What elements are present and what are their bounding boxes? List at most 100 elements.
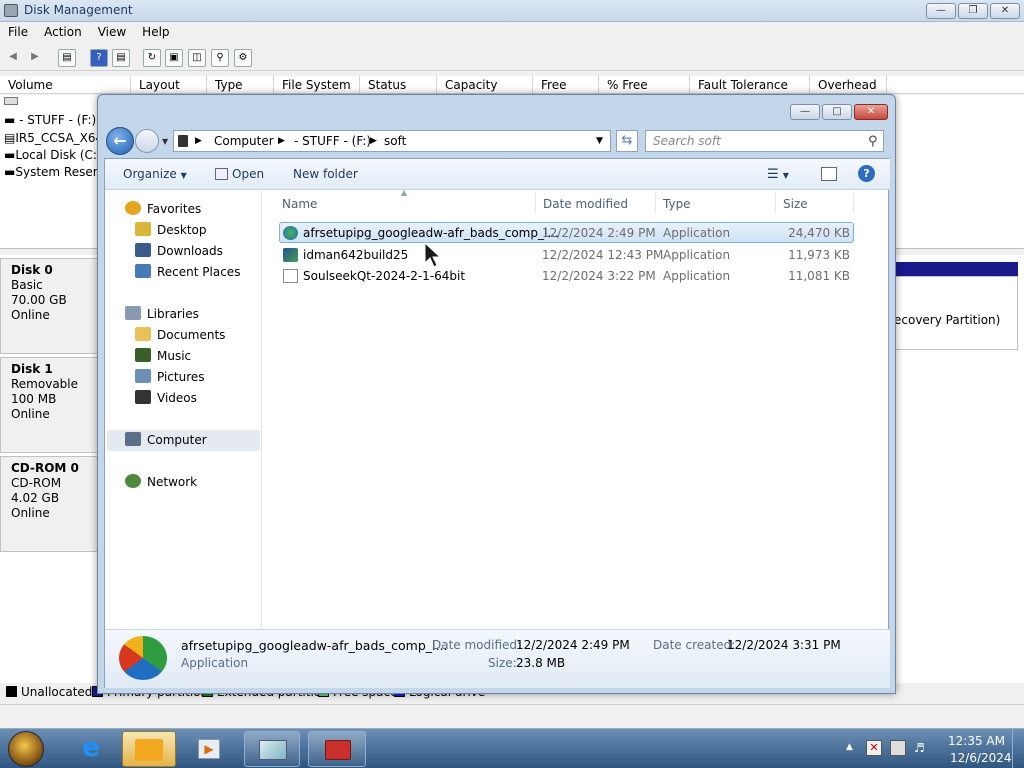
refresh-icon[interactable]: ↻ [143,49,161,67]
volume-row[interactable]: ▬System Reserv [4,165,105,179]
explorer-taskbar-button[interactable] [122,731,176,767]
nav-label: Downloads [157,244,223,258]
recent-pages-chevron-icon[interactable]: ▼ [162,137,168,146]
file-row[interactable]: idman642build25 12/2/2024 12:43 PM Appli… [279,244,854,265]
media-player-button[interactable]: ▶ [186,731,232,767]
close-button[interactable]: ✕ [990,3,1020,19]
col-percent-free[interactable]: % Free [599,76,690,94]
volume-row[interactable]: ▬ - STUFF - (F:) [4,113,96,127]
nav-pictures[interactable]: Pictures [105,367,262,388]
file-row[interactable]: afrsetupipg_googleadw-afr_bads_comp_l...… [279,222,854,243]
file-size: 24,470 KB [788,226,850,240]
breadcrumb-computer[interactable]: Computer [214,131,274,151]
network-tray-icon[interactable] [890,740,906,756]
explorer-minimize-button[interactable]: — [790,104,820,120]
internet-explorer-icon[interactable]: e [68,731,114,767]
breadcrumb-drive[interactable]: - STUFF - (F:) [294,131,371,151]
preview-pane-icon[interactable] [821,167,837,181]
disk-type: Basic [11,278,43,292]
col-fault-tolerance[interactable]: Fault Tolerance [690,76,810,94]
partition-label: ecovery Partition) [894,313,1001,327]
col-overhead[interactable]: Overhead [810,76,887,94]
back-button[interactable]: ← [106,127,134,155]
header-date-modified[interactable]: Date modified [543,197,628,211]
col-capacity[interactable]: Capacity [437,76,533,94]
col-volume[interactable]: Volume [0,76,131,94]
disk-size: 4.02 GB [11,491,60,505]
volume-row[interactable]: ▬Local Disk (C:) [4,148,102,162]
volume-row[interactable]: ▤IR5_CCSA_X64 [4,131,103,145]
nav-music[interactable]: Music [105,346,262,367]
refresh-icon[interactable]: ⇆ [616,130,638,152]
forward-arrow-icon[interactable]: ▶ [26,49,44,67]
minimize-button[interactable]: — [926,3,956,19]
action-center-icon[interactable]: ✕ [866,740,882,756]
start-button[interactable] [8,731,44,767]
details-size-label: Size: [488,656,517,670]
nav-recent-places[interactable]: Recent Places [105,262,262,283]
clock-date[interactable]: 12/6/2024 [950,751,1012,765]
restore-button[interactable]: ❐ [958,3,988,19]
view-options-icon[interactable]: ☰ ▼ [767,167,789,182]
new-folder-button[interactable]: New folder [293,167,358,181]
nav-favorites[interactable]: Favorites [105,199,262,220]
open-button[interactable]: Open [215,167,264,181]
explorer-maximize-button[interactable]: □ [822,104,852,120]
nav-desktop[interactable]: Desktop [105,220,262,241]
settings-icon[interactable]: ⚙ [234,49,252,67]
nav-libraries[interactable]: Libraries [105,304,262,325]
help-icon[interactable]: ? [90,49,108,67]
properties-icon[interactable]: ▤ [112,49,130,67]
address-bar[interactable]: ▶ Computer ▶ - STUFF - (F:) ▶ soft ▼ [173,130,611,152]
show-desktop-button[interactable] [1012,729,1024,768]
menu-action[interactable]: Action [36,23,90,41]
disk-0-info[interactable]: Disk 0 Basic 70.00 GB Online [0,258,98,354]
disk-1-info[interactable]: Disk 1 Removable 100 MB Online [0,357,98,453]
clock-time[interactable]: 12:35 AM [948,734,1005,748]
forward-button[interactable] [135,129,159,153]
header-size[interactable]: Size [783,197,808,211]
breadcrumb-folder[interactable]: soft [384,131,406,151]
disk-icon [4,4,18,17]
dm-titlebar[interactable]: Disk Management — ❐ ✕ [0,0,1024,22]
nav-videos[interactable]: Videos [105,388,262,409]
toolbox-taskbar-button[interactable] [308,731,366,767]
search-input[interactable]: Search soft [645,130,884,152]
nav-downloads[interactable]: Downloads [105,241,262,262]
file-size: 11,973 KB [788,248,850,262]
col-status[interactable]: Status [360,76,437,94]
file-date: 12/2/2024 12:43 PM [542,248,664,262]
disk-management-taskbar-button[interactable] [244,731,300,767]
col-file-system[interactable]: File System [274,76,360,94]
file-row[interactable]: SoulseekQt-2024-2-1-64bit 12/2/2024 3:22… [279,265,854,286]
help-icon[interactable]: ? [858,165,875,182]
nav-computer[interactable]: Computer [107,430,260,451]
cdrom-0-info[interactable]: CD-ROM 0 CD-ROM 4.02 GB Online [0,456,98,552]
console-tree-icon[interactable]: ▤ [58,49,76,67]
nav-documents[interactable]: Documents [105,325,262,346]
open-folder-icon[interactable]: ◫ [188,49,206,67]
header-name[interactable]: Name [282,197,317,211]
menubar: File Action View Help [0,23,1024,43]
volume-name: Local Disk (C:) [15,148,102,162]
address-dropdown-icon[interactable]: ▼ [596,131,603,151]
search-disk-icon[interactable]: ⚲ [211,49,229,67]
header-type[interactable]: Type [663,197,691,211]
menu-view[interactable]: View [90,23,134,41]
col-type[interactable]: Type [207,76,274,94]
volume-name: System Reserv [15,165,105,179]
recovery-partition[interactable]: ecovery Partition) [893,276,1018,350]
volume-muted-icon[interactable]: ♬ [914,740,930,756]
col-layout[interactable]: Layout [131,76,207,94]
menu-file[interactable]: File [0,23,36,41]
rescan-icon[interactable]: ▣ [165,49,183,67]
show-hidden-icons-chevron[interactable]: ▲ [846,742,853,752]
organize-button[interactable]: Organize ▼ [123,167,187,181]
col-free-space[interactable]: Free Spa... [533,76,599,110]
open-icon [215,168,228,180]
menu-help[interactable]: Help [134,23,177,41]
explorer-close-button[interactable]: ✕ [854,104,888,120]
taskbar: e ▶ ▲ ✕ ♬ 12:35 AM 12/6/2024 [0,728,1024,768]
nav-network[interactable]: Network [105,472,262,493]
back-arrow-icon[interactable]: ◀ [4,49,22,67]
